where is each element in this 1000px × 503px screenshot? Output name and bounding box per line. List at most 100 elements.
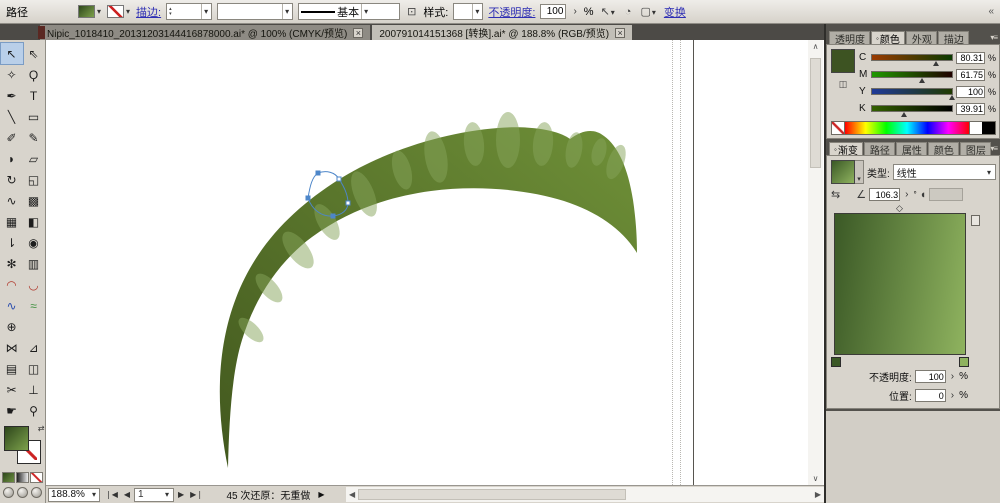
paintbrush-tool[interactable]: ✐	[1, 127, 23, 148]
live-paint-bucket-tool[interactable]: ◠	[1, 274, 23, 295]
stepper-icon[interactable]: ›	[903, 188, 910, 201]
document-tab-1[interactable]: Nipic_1018410_20131203144416878000.ai* @…	[40, 25, 370, 40]
close-icon[interactable]: ×	[353, 28, 363, 38]
channel-slider[interactable]	[871, 71, 953, 78]
line-segment-tool[interactable]: ╲	[1, 106, 23, 127]
prev-page-button[interactable]: ◀	[122, 490, 132, 499]
zoom-tool[interactable]: ⚲	[23, 400, 45, 421]
channel-slider[interactable]	[871, 105, 953, 112]
pencil-tool[interactable]: ✎	[23, 127, 45, 148]
panel-menu-icon[interactable]: ▾≡	[990, 33, 997, 42]
pen-tool[interactable]: ✒	[1, 85, 23, 106]
status-popup-icon[interactable]: ▶	[318, 490, 324, 499]
fill-color-button[interactable]: ▾	[78, 5, 102, 18]
panel-tab[interactable]: 属性	[896, 142, 927, 155]
liquify-tool[interactable]: ≈	[23, 295, 45, 316]
panel-tab[interactable]: 图层	[960, 142, 991, 155]
blob-brush-tool[interactable]: ◗	[1, 148, 23, 169]
graph-tool[interactable]: ▤	[1, 358, 23, 379]
scale-tool[interactable]: ◱	[23, 169, 45, 190]
channel-slider[interactable]	[871, 54, 953, 61]
document-tab-2[interactable]: 200791014151368 [转换].ai* @ 188.8% (RGB/预…	[372, 25, 632, 40]
slider-marker-icon[interactable]	[949, 95, 955, 100]
column-graph-tool[interactable]: ▥	[23, 253, 45, 274]
vertical-scrollbar[interactable]: ∧ ∨	[808, 40, 823, 485]
variable-width-profile-combo[interactable]: ▾	[217, 3, 293, 20]
panel-tab[interactable]: 透明度	[829, 31, 870, 44]
next-page-button[interactable]: ▶	[176, 490, 186, 499]
spinner-icon[interactable]: ▴▾	[169, 7, 172, 17]
isolate-selected-icon[interactable]: ↖▾	[599, 5, 618, 18]
slice-tool[interactable]: ⋈	[1, 337, 23, 358]
fill-proxy-swatch[interactable]	[4, 426, 29, 451]
collapse-dock-icon[interactable]: «	[988, 6, 994, 17]
gradient-stop-end[interactable]	[959, 357, 969, 367]
anchor-point[interactable]	[306, 196, 310, 200]
gradient-angle-input[interactable]	[869, 188, 900, 201]
opacity-link[interactable]: 不透明度:	[488, 4, 535, 20]
recolor-artwork-icon[interactable]: ◔	[623, 6, 634, 18]
gradient-type-select[interactable]: 线性 ▾	[893, 164, 996, 180]
gradient-preview[interactable]	[834, 213, 966, 355]
transform-link[interactable]: 变换	[664, 4, 686, 20]
color-spectrum[interactable]	[831, 121, 996, 135]
panel-menu-icon[interactable]: ▾≡	[990, 144, 997, 153]
stroke-color-button[interactable]: ▾	[107, 5, 131, 18]
page-corner-icon[interactable]	[971, 215, 980, 226]
rotate-tool[interactable]: ↻	[1, 169, 23, 190]
anchor-point[interactable]	[316, 171, 320, 175]
direct-selection-tool[interactable]: ⇖	[23, 43, 45, 64]
page-number-combo[interactable]: 1 ▾	[134, 488, 174, 502]
channel-value-input[interactable]	[956, 86, 985, 98]
free-transform-tool[interactable]: ▩	[23, 190, 45, 211]
scroll-up-icon[interactable]: ∧	[808, 42, 823, 51]
vertical-scroll-thumb[interactable]	[810, 58, 821, 168]
magic-wand-tool[interactable]: ✧	[1, 64, 23, 85]
constrain-icon[interactable]: ⊡	[405, 5, 418, 18]
slider-marker-icon[interactable]	[901, 112, 907, 117]
first-page-button[interactable]: ❘◀	[103, 490, 120, 499]
channel-slider[interactable]	[871, 88, 953, 95]
status-display[interactable]: 45 次还原：无重做 ▶	[208, 487, 343, 502]
swap-fill-stroke-icon[interactable]: ⇄	[38, 424, 45, 433]
screen-mode-fullscreen-menu-button[interactable]	[17, 487, 28, 498]
knife-tool[interactable]: ⊥	[23, 379, 45, 400]
stop-position-input[interactable]	[915, 389, 946, 402]
channel-value-input[interactable]	[956, 52, 985, 64]
width-tool[interactable]: ∿	[1, 190, 23, 211]
stroke-link[interactable]: 描边:	[136, 4, 161, 20]
stepper-icon[interactable]: ›	[949, 370, 956, 383]
screen-mode-normal-button[interactable]	[3, 487, 14, 498]
horizontal-scroll-thumb[interactable]	[358, 489, 626, 500]
none-mode-button[interactable]	[30, 472, 43, 483]
selection-tool[interactable]: ↖	[1, 43, 23, 64]
channel-value-input[interactable]	[956, 69, 985, 81]
symbol-sprayer-tool[interactable]: ✻	[1, 253, 23, 274]
channel-value-input[interactable]	[956, 103, 985, 115]
gradient-slider[interactable]: ◇	[834, 213, 966, 355]
opacity-input[interactable]	[540, 4, 566, 19]
reverse-gradient-icon[interactable]: ⇆	[831, 188, 840, 201]
anchor-point[interactable]	[346, 201, 350, 205]
stroke-weight-combo[interactable]: ▴▾ ▾	[166, 3, 212, 20]
stop-opacity-input[interactable]	[915, 370, 946, 383]
scroll-left-icon[interactable]: ◀	[346, 490, 358, 499]
panel-tab[interactable]: 路径	[864, 142, 895, 155]
slider-marker-icon[interactable]	[933, 61, 939, 66]
scroll-down-icon[interactable]: ∨	[808, 474, 823, 483]
anchor-point[interactable]	[337, 177, 341, 181]
close-icon[interactable]: ×	[615, 28, 625, 38]
panel-tab[interactable]: 颜色	[928, 142, 959, 155]
chevron-down-icon[interactable]: ▾	[855, 160, 864, 184]
color-mode-button[interactable]	[2, 472, 15, 483]
screen-mode-fullscreen-button[interactable]	[31, 487, 42, 498]
warp-tool[interactable]: ∿	[1, 295, 23, 316]
none-swatch-icon[interactable]	[832, 122, 845, 134]
current-color-swatch[interactable]	[831, 49, 855, 73]
stepper-icon[interactable]: ›	[949, 389, 956, 402]
scissors-tool[interactable]: ✂	[1, 379, 23, 400]
live-paint-selection-tool[interactable]: ◡	[23, 274, 45, 295]
lasso-tool[interactable]: Ϙ	[23, 64, 45, 85]
artboard-tool[interactable]: ◫	[23, 358, 45, 379]
eyedropper-tool[interactable]: ⇂	[1, 232, 23, 253]
